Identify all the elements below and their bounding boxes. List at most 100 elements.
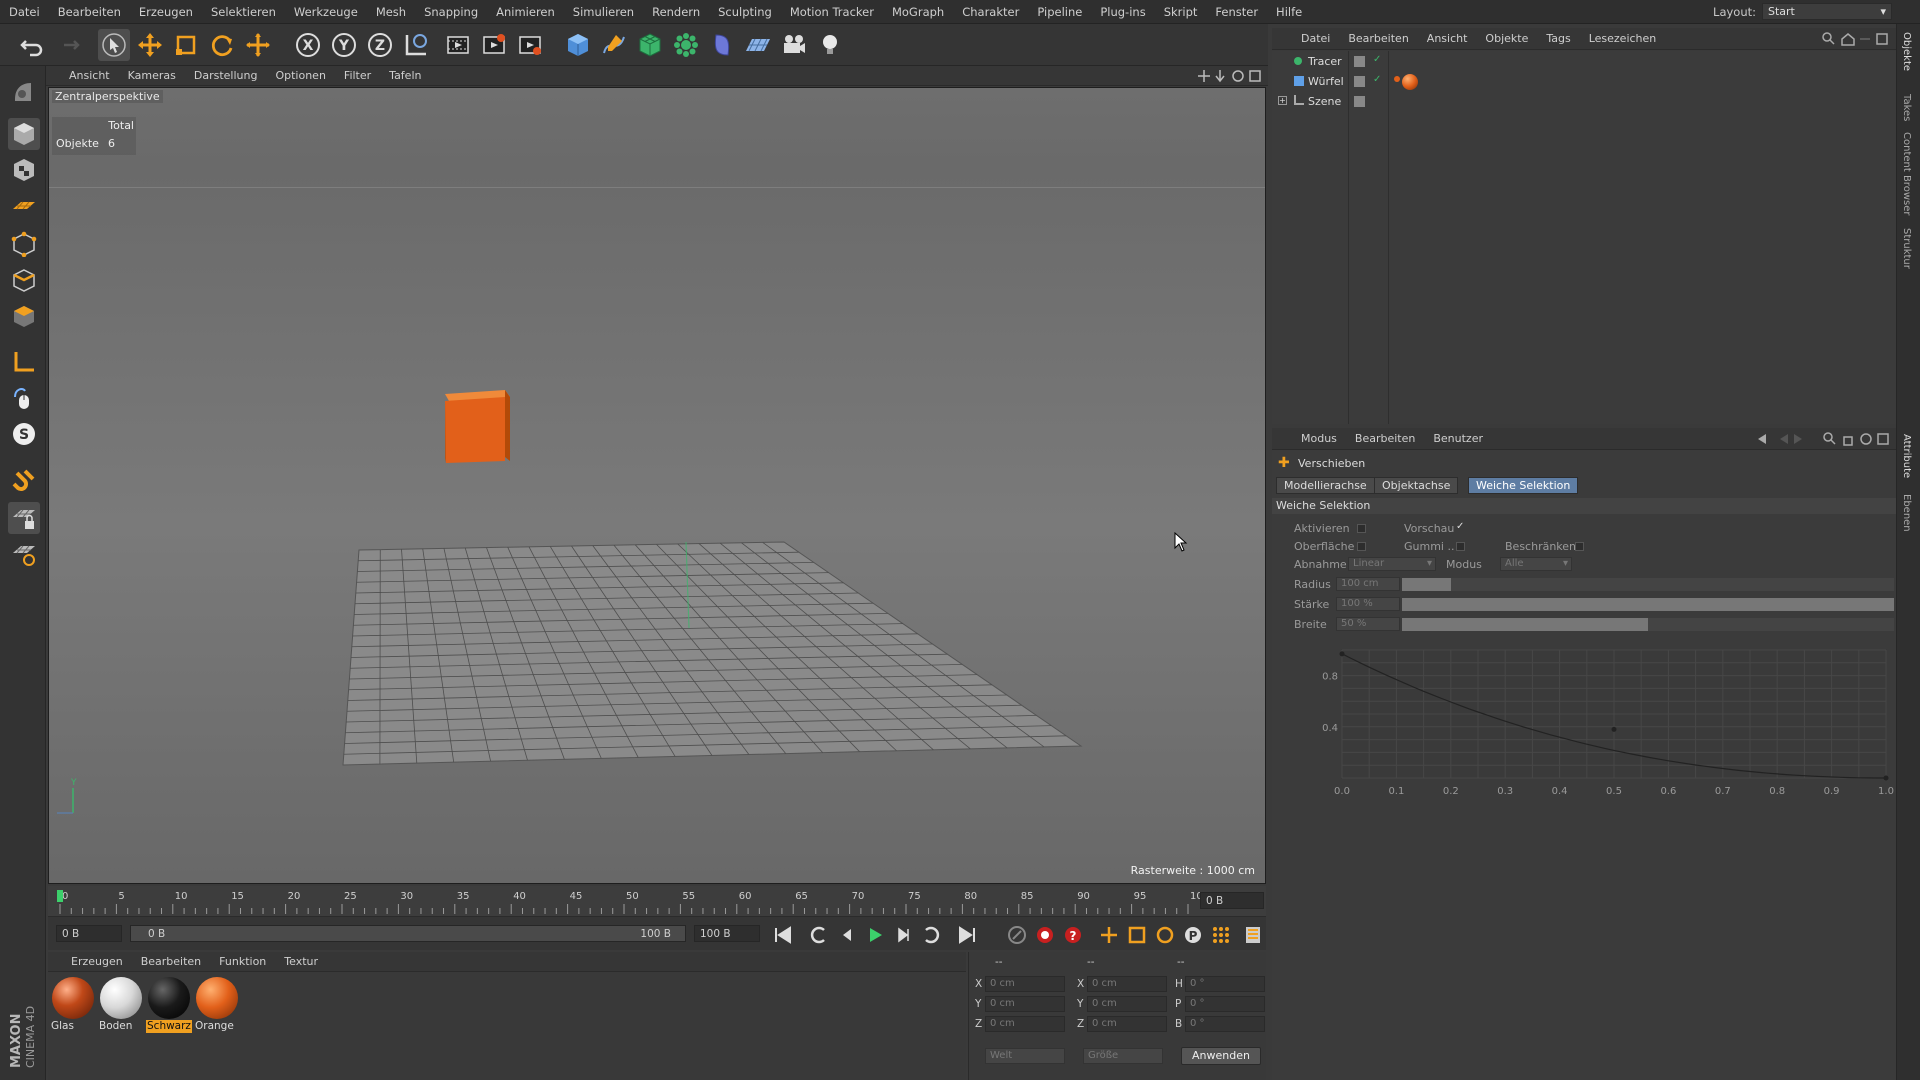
enabled-check-icon[interactable]: ✓	[1373, 74, 1381, 85]
z-axis-lock-icon[interactable]: Z	[364, 29, 396, 61]
menu-motion-tracker[interactable]: Motion Tracker	[781, 5, 883, 19]
key-scale-icon[interactable]	[1126, 924, 1148, 946]
texture-mode-icon[interactable]	[8, 154, 40, 186]
staerke-input[interactable]: 100 %	[1336, 597, 1400, 611]
menu-simulieren[interactable]: Simulieren	[564, 5, 643, 19]
material-menu-bearbeiten[interactable]: Bearbeiten	[132, 955, 210, 968]
tab-modellierachse[interactable]: Modellierachse	[1276, 477, 1375, 494]
menu-hilfe[interactable]: Hilfe	[1267, 5, 1311, 19]
tab-weiche-selektion[interactable]: Weiche Selektion	[1468, 477, 1579, 494]
keyframe-selection-icon[interactable]: ?	[1062, 924, 1084, 946]
record-active-icon[interactable]	[1006, 924, 1028, 946]
menu-skript[interactable]: Skript	[1155, 5, 1207, 19]
pen-spline-icon[interactable]	[598, 29, 630, 61]
menu-charakter[interactable]: Charakter	[953, 5, 1028, 19]
deformer-icon[interactable]	[706, 29, 738, 61]
menu-plugins[interactable]: Plug-ins	[1091, 5, 1154, 19]
next-keyframe-icon[interactable]	[920, 924, 942, 946]
menu-snapping[interactable]: Snapping	[415, 5, 487, 19]
key-rotation-icon[interactable]	[1154, 924, 1176, 946]
menu-datei[interactable]: Datei	[0, 5, 49, 19]
layer-toggle-icon[interactable]	[1354, 56, 1365, 67]
viewport-menu-optionen[interactable]: Optionen	[266, 69, 334, 82]
material-tag-icon[interactable]	[1402, 74, 1418, 90]
position-x-input[interactable]: 0 cm	[985, 976, 1065, 992]
layout-select[interactable]: Start ▾	[1762, 3, 1892, 20]
viewport-menu-kameras[interactable]: Kameras	[119, 69, 185, 82]
live-select-icon[interactable]	[242, 29, 274, 61]
staerke-slider[interactable]	[1402, 598, 1894, 611]
start-frame-field[interactable]: 0 B	[56, 925, 122, 942]
modus-select[interactable]: Alle ▾	[1500, 557, 1572, 571]
rotation-h-input[interactable]: 0 °	[1185, 976, 1265, 992]
viewport-menu-ansicht[interactable]: Ansicht	[60, 69, 119, 82]
current-frame-field[interactable]: 0 B	[1200, 892, 1264, 909]
material-schwarz[interactable]: Schwarz	[146, 976, 192, 1034]
render-view-icon[interactable]	[442, 29, 474, 61]
attr-menu-benutzer[interactable]: Benutzer	[1424, 432, 1492, 445]
points-mode-icon[interactable]	[8, 228, 40, 260]
go-to-start-icon[interactable]	[772, 924, 794, 946]
polygons-mode-icon[interactable]	[8, 300, 40, 332]
menu-mograph[interactable]: MoGraph	[883, 5, 953, 19]
prev-frame-icon[interactable]	[836, 924, 858, 946]
apply-button[interactable]: Anwenden	[1181, 1047, 1261, 1065]
3d-viewport[interactable]: Zentralperspektive Total Objekte 6 Y Ras…	[48, 87, 1266, 884]
coordinate-system-icon[interactable]	[400, 29, 432, 61]
object-row-wuerfel[interactable]: Würfel ✓	[1272, 73, 1896, 92]
side-tab-ebenen[interactable]: Ebenen	[1901, 494, 1912, 532]
om-menu-objekte[interactable]: Objekte	[1476, 32, 1537, 45]
rotate-icon[interactable]	[206, 29, 238, 61]
om-toolbar-icons[interactable]	[1822, 32, 1890, 46]
timeline-window-icon[interactable]	[1242, 924, 1264, 946]
material-boden[interactable]: Boden	[98, 976, 144, 1034]
material-menu-funktion[interactable]: Funktion	[210, 955, 275, 968]
position-y-input[interactable]: 0 cm	[985, 996, 1065, 1012]
viewport-menu-filter[interactable]: Filter	[335, 69, 380, 82]
beschraenken-checkbox[interactable]	[1575, 542, 1584, 551]
viewport-menu-tafeln[interactable]: Tafeln	[380, 69, 430, 82]
object-row-tracer[interactable]: Tracer ✓	[1272, 53, 1896, 72]
position-z-input[interactable]: 0 cm	[985, 1016, 1065, 1032]
undo-icon[interactable]	[16, 29, 48, 61]
menu-pipeline[interactable]: Pipeline	[1028, 5, 1091, 19]
render-picture-viewer-icon[interactable]	[478, 29, 510, 61]
scale-icon[interactable]	[170, 29, 202, 61]
render-settings-icon[interactable]	[514, 29, 546, 61]
object-row-szene[interactable]: + Szene	[1272, 93, 1896, 112]
falloff-curve-chart[interactable]: 0.0 0.1 0.2 0.3 0.4 0.5 0.6 0.7 0.8 0.9 1.0 0.8 0.4	[1302, 640, 1896, 800]
planar-workplane-icon[interactable]	[8, 538, 40, 570]
om-menu-lesezeichen[interactable]: Lesezeichen	[1580, 32, 1666, 45]
material-menu-textur[interactable]: Textur	[275, 955, 327, 968]
menu-sculpting[interactable]: Sculpting	[709, 5, 781, 19]
material-glas[interactable]: Glas	[50, 976, 96, 1034]
axis-mode-icon[interactable]	[8, 346, 40, 378]
size-y-input[interactable]: 0 cm	[1087, 996, 1167, 1012]
go-to-end-icon[interactable]	[956, 924, 978, 946]
enabled-check-icon[interactable]: ✓	[1373, 54, 1381, 65]
radius-input[interactable]: 100 cm	[1336, 577, 1400, 591]
edges-mode-icon[interactable]	[8, 264, 40, 296]
y-axis-lock-icon[interactable]: Y	[328, 29, 360, 61]
radius-slider[interactable]	[1402, 578, 1894, 591]
coord-mode-select[interactable]: Welt	[985, 1048, 1065, 1064]
layer-toggle-icon[interactable]	[1354, 76, 1365, 87]
snapping-icon[interactable]: S	[8, 418, 40, 450]
subdivision-icon[interactable]	[634, 29, 666, 61]
om-menu-ansicht[interactable]: Ansicht	[1418, 32, 1477, 45]
playhead[interactable]	[57, 890, 63, 902]
menu-animieren[interactable]: Animieren	[487, 5, 564, 19]
om-menu-tags[interactable]: Tags	[1537, 32, 1579, 45]
attr-menu-bearbeiten[interactable]: Bearbeiten	[1346, 432, 1424, 445]
menu-rendern[interactable]: Rendern	[643, 5, 709, 19]
vorschau-checkbox[interactable]: ✓	[1456, 521, 1464, 532]
om-menu-bearbeiten[interactable]: Bearbeiten	[1339, 32, 1417, 45]
om-menu-datei[interactable]: Datei	[1292, 32, 1339, 45]
floor-icon[interactable]	[742, 29, 774, 61]
menu-werkzeuge[interactable]: Werkzeuge	[285, 5, 367, 19]
rotation-p-input[interactable]: 0 °	[1185, 996, 1265, 1012]
cube-primitive-icon[interactable]	[562, 29, 594, 61]
locked-workplane-icon[interactable]	[8, 502, 40, 534]
frame-range-slider[interactable]: 0 B 100 B	[130, 925, 686, 942]
side-tab-attribute[interactable]: Attribute	[1901, 434, 1912, 478]
